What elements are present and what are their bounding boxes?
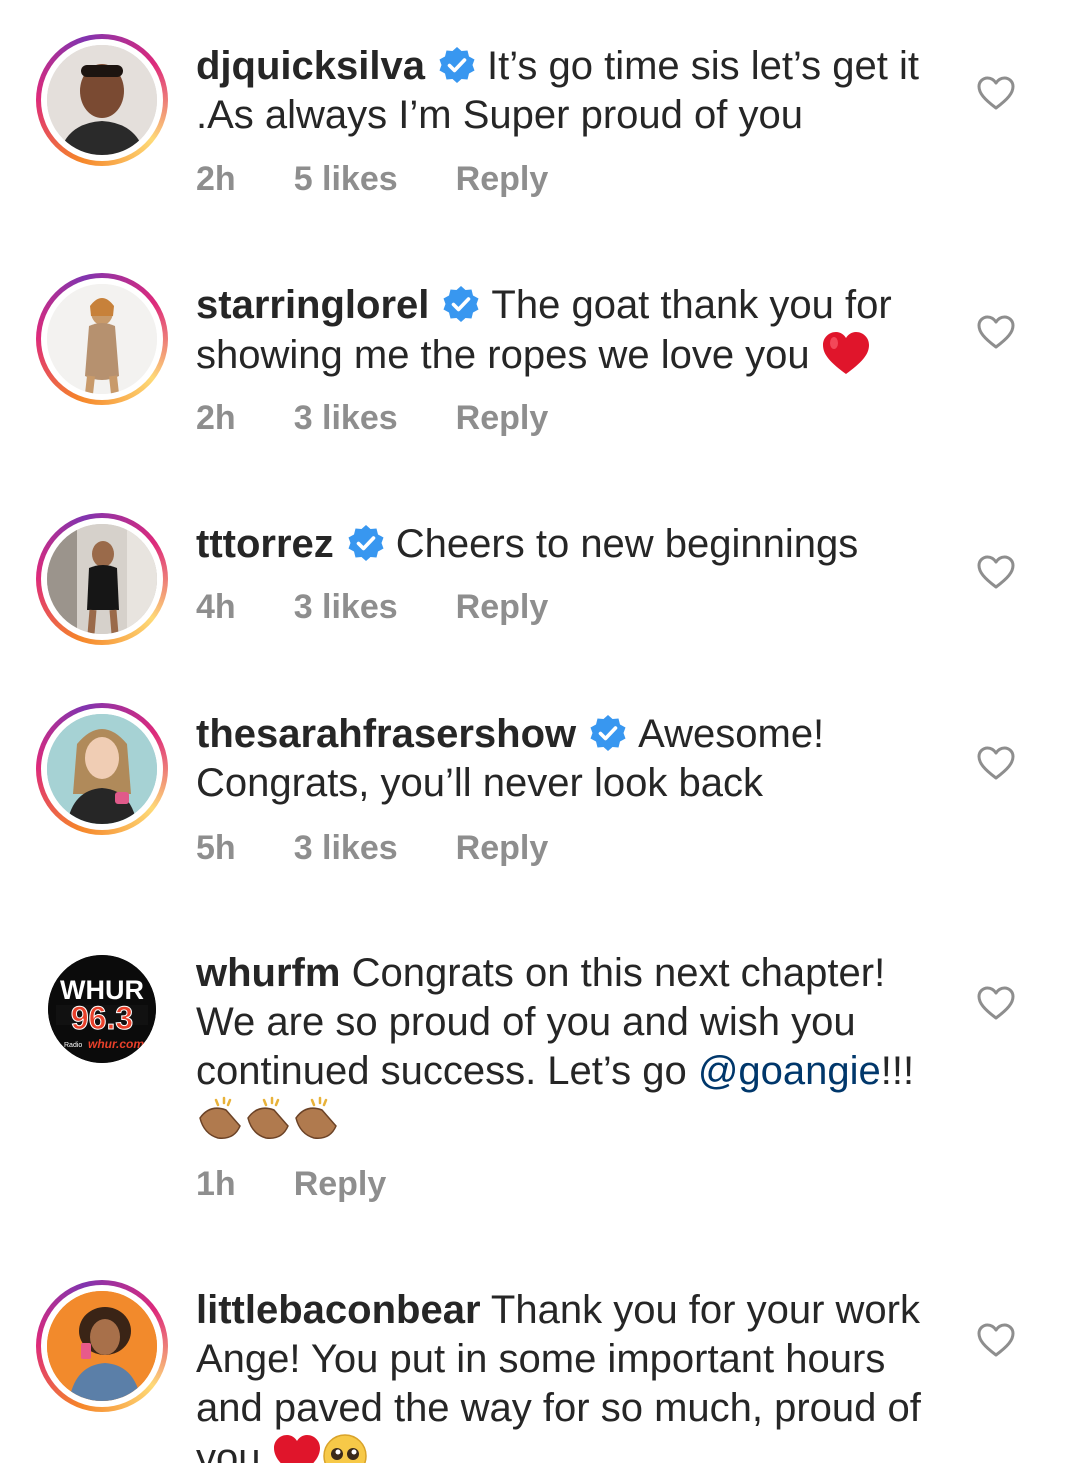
whur-logo: WHUR 96.3 Radio whur.com (48, 955, 156, 1063)
comment-body: littlebaconbear Thank you for your work … (196, 1286, 941, 1463)
comment-meta: 2h 5 likes Reply (196, 160, 606, 199)
comment-item: thesarahfrasershow Awesome! Congrats, you… (0, 670, 1080, 910)
comment-time: 4h (196, 588, 236, 626)
svg-text:whur.com: whur.com (88, 1037, 144, 1051)
avatar-photo (47, 1291, 157, 1401)
pleading-face-emoji-icon (322, 1434, 367, 1463)
comment-time: 1h (196, 1165, 236, 1203)
avatar[interactable] (36, 273, 168, 405)
svg-text:96.3: 96.3 (71, 1000, 133, 1036)
comment-item: djquicksilva It’s go time sis let’s get i… (0, 0, 1080, 240)
comment-username[interactable]: starringlorel (196, 283, 429, 327)
avatar[interactable] (36, 703, 168, 835)
comment-text-suffix: !!! (880, 1049, 915, 1093)
verified-badge-icon (443, 286, 479, 322)
comment-item: WHUR 96.3 Radio whur.com whurfm Congrats… (0, 910, 1080, 1250)
comment-likes[interactable]: 5 likes (294, 160, 398, 199)
mention-link[interactable]: @goangie (698, 1049, 881, 1093)
comment-username[interactable]: whurfm (196, 951, 340, 995)
avatar-photo (47, 45, 157, 155)
comment-username[interactable]: littlebaconbear (196, 1288, 481, 1332)
heart-outline-icon[interactable] (976, 553, 1016, 593)
verified-badge-icon (590, 715, 626, 751)
reply-button[interactable]: Reply (456, 160, 549, 199)
comment-meta: 2h 3 likes Reply (196, 399, 606, 438)
comment-item: starringlorel The goat thank you for show… (0, 240, 1080, 480)
comment-username[interactable]: thesarahfrasershow (196, 712, 576, 756)
avatar-photo (47, 284, 157, 394)
reply-button[interactable]: Reply (456, 588, 549, 627)
comment-time: 5h (196, 829, 236, 867)
comment-body: whurfm Congrats on this next chapter! We… (196, 949, 941, 1146)
svg-text:Radio: Radio (64, 1042, 82, 1049)
comment-likes[interactable]: 3 likes (294, 588, 398, 627)
comment-likes[interactable]: 3 likes (294, 399, 398, 438)
heart-outline-icon[interactable] (976, 1321, 1016, 1361)
avatar-photo (47, 714, 157, 824)
comment-meta: 5h 3 likes Reply (196, 829, 606, 868)
comment-item: tttorrez Cheers to new beginnings 4h 3 lik… (0, 480, 1080, 670)
red-heart-emoji-icon (822, 332, 869, 374)
avatar[interactable]: WHUR 96.3 Radio whur.com (48, 955, 156, 1063)
reply-button[interactable]: Reply (456, 829, 549, 868)
comment-item: littlebaconbear Thank you for your work … (0, 1250, 1080, 1463)
comment-meta: 1h Reply (196, 1165, 444, 1204)
avatar[interactable] (36, 513, 168, 645)
avatar-photo (47, 524, 157, 634)
avatar[interactable] (36, 34, 168, 166)
comment-text: Cheers to new beginnings (395, 522, 859, 566)
reply-button[interactable]: Reply (456, 399, 549, 438)
heart-outline-icon[interactable] (976, 313, 1016, 353)
comment-body: starringlorel The goat thank you for show… (196, 281, 941, 380)
avatar[interactable] (36, 1280, 168, 1412)
comment-body: thesarahfrasershow Awesome! Congrats, you… (196, 710, 941, 808)
comment-username[interactable]: tttorrez (196, 522, 334, 566)
comment-body: tttorrez Cheers to new beginnings (196, 520, 941, 569)
comment-time: 2h (196, 399, 236, 437)
heart-outline-icon[interactable] (976, 74, 1016, 114)
comment-username[interactable]: djquicksilva (196, 44, 425, 88)
clapping-hands-emoji-icon (199, 1096, 337, 1139)
verified-badge-icon (348, 525, 384, 561)
reply-button[interactable]: Reply (294, 1165, 387, 1204)
comment-likes[interactable]: 3 likes (294, 829, 398, 868)
heart-outline-icon[interactable] (976, 984, 1016, 1024)
comment-body: djquicksilva It’s go time sis let’s get i… (196, 42, 941, 140)
red-heart-emoji-icon (273, 1435, 320, 1463)
heart-outline-icon[interactable] (976, 744, 1016, 784)
comment-meta: 4h 3 likes Reply (196, 588, 606, 627)
verified-badge-icon (439, 47, 475, 83)
comment-time: 2h (196, 160, 236, 198)
